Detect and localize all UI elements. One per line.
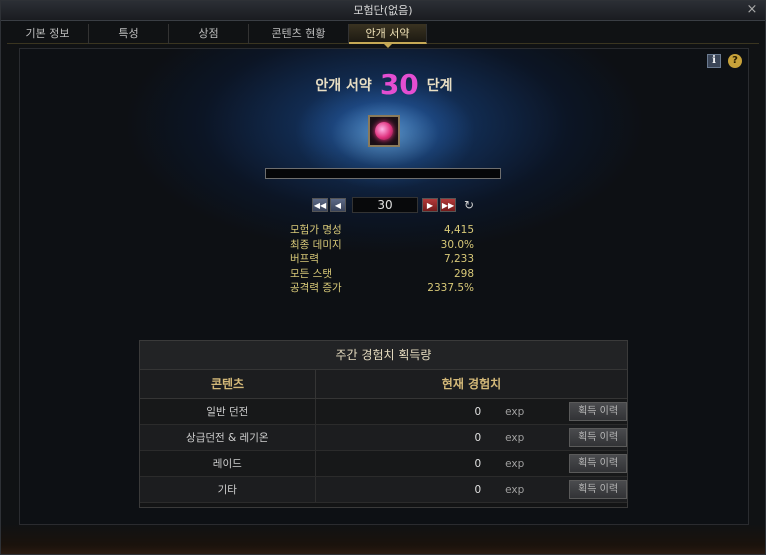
stat-row: 최종 데미지 30.0% (290, 238, 474, 253)
window-title: 모험단(없음) (353, 4, 413, 17)
pledge-orb-icon (375, 122, 393, 140)
exp-unit: exp (505, 406, 525, 418)
next-level-button[interactable]: ▶ (422, 197, 438, 212)
exp-unit: exp (505, 458, 525, 470)
reset-icon[interactable]: ↻ (462, 198, 476, 212)
exp-value: 0 (474, 484, 482, 496)
tab-bar: 기본 정보 특성 상점 콘텐츠 현황 안개 서약 (7, 24, 759, 48)
title-bar: 모험단(없음) × (1, 1, 765, 21)
level-title-prefix: 안개 서약 (315, 78, 372, 94)
table-row: 레이드 0 exp 획득 이력 (140, 451, 627, 477)
bottom-decoration (1, 524, 765, 554)
table-row: 기타 0 exp 획득 이력 (140, 477, 627, 503)
adventure-group-window: 모험단(없음) × 기본 정보 특성 상점 콘텐츠 현황 안개 서약 i ? 안… (0, 0, 766, 555)
weekly-exp-panel: 주간 경험치 획득량 콘텐츠 현재 경험치 일반 던전 0 exp 획득 이력 … (139, 340, 628, 508)
stat-value: 298 (453, 267, 474, 280)
stat-row: 모든 스탯 298 (290, 267, 474, 282)
pledge-orb-slot[interactable] (368, 115, 400, 147)
level-title-suffix: 단계 (426, 78, 453, 94)
column-current-exp: 현재 경험치 (441, 377, 502, 391)
history-button[interactable]: 획득 이력 (569, 454, 627, 473)
weekly-exp-rows: 일반 던전 0 exp 획득 이력 상급던전 & 레기온 0 exp 획득 이력… (140, 399, 627, 503)
exp-value: 0 (474, 432, 482, 444)
level-stepper: ◀◀ ◀ 30 ▶ ▶▶ ↻ (312, 196, 476, 213)
history-button[interactable]: 획득 이력 (569, 402, 627, 421)
stat-label: 모든 스탯 (290, 267, 332, 280)
stat-label: 공격력 증가 (290, 282, 342, 294)
level-number: 30 (379, 68, 419, 101)
table-row: 상급던전 & 레기온 0 exp 획득 이력 (140, 425, 627, 451)
stat-label: 버프력 (290, 253, 319, 265)
exp-unit: exp (505, 484, 525, 496)
stat-label: 모험가 명성 (290, 224, 342, 236)
exp-value: 0 (474, 458, 482, 470)
weekly-exp-column-header: 콘텐츠 현재 경험치 (140, 370, 627, 399)
content-name: 일반 던전 (140, 399, 316, 424)
content-name: 레이드 (140, 451, 316, 476)
tab-fog-pledge[interactable]: 안개 서약 (349, 24, 427, 48)
stats-list: 모험가 명성 4,415 최종 데미지 30.0% 버프력 7,233 모든 스… (290, 223, 474, 296)
level-value: 30 (352, 196, 418, 213)
stat-label: 최종 데미지 (290, 238, 342, 251)
stat-value: 7,233 (443, 253, 474, 265)
exp-value: 0 (474, 406, 482, 418)
level-progress-bar (265, 168, 501, 179)
tab-shop[interactable]: 상점 (169, 24, 249, 44)
level-title: 안개 서약 30 단계 (284, 67, 484, 103)
weekly-exp-title: 주간 경험치 획득량 (140, 341, 627, 370)
tab-traits[interactable]: 특성 (89, 24, 169, 44)
tab-content-status[interactable]: 콘텐츠 현황 (249, 24, 349, 44)
help-icon[interactable]: ? (728, 54, 742, 68)
stat-value: 4,415 (443, 224, 474, 236)
history-button[interactable]: 획득 이력 (569, 428, 627, 447)
column-content: 콘텐츠 (140, 370, 316, 398)
table-row: 일반 던전 0 exp 획득 이력 (140, 399, 627, 425)
stat-row: 모험가 명성 4,415 (290, 223, 474, 238)
prev-level-button[interactable]: ◀ (330, 197, 346, 212)
tab-basic-info[interactable]: 기본 정보 (7, 24, 89, 44)
close-icon[interactable]: × (745, 3, 759, 17)
content-name: 기타 (140, 477, 316, 502)
info-icon[interactable]: i (707, 54, 721, 68)
last-level-button[interactable]: ▶▶ (440, 197, 456, 212)
history-button[interactable]: 획득 이력 (569, 480, 627, 499)
stat-row: 버프력 7,233 (290, 252, 474, 267)
stat-value: 30.0% (440, 238, 474, 251)
content-name: 상급던전 & 레기온 (140, 425, 316, 450)
stat-value: 2337.5% (427, 282, 474, 294)
first-level-button[interactable]: ◀◀ (312, 197, 328, 212)
stat-row: 공격력 증가 2337.5% (290, 281, 474, 296)
exp-unit: exp (505, 432, 525, 444)
